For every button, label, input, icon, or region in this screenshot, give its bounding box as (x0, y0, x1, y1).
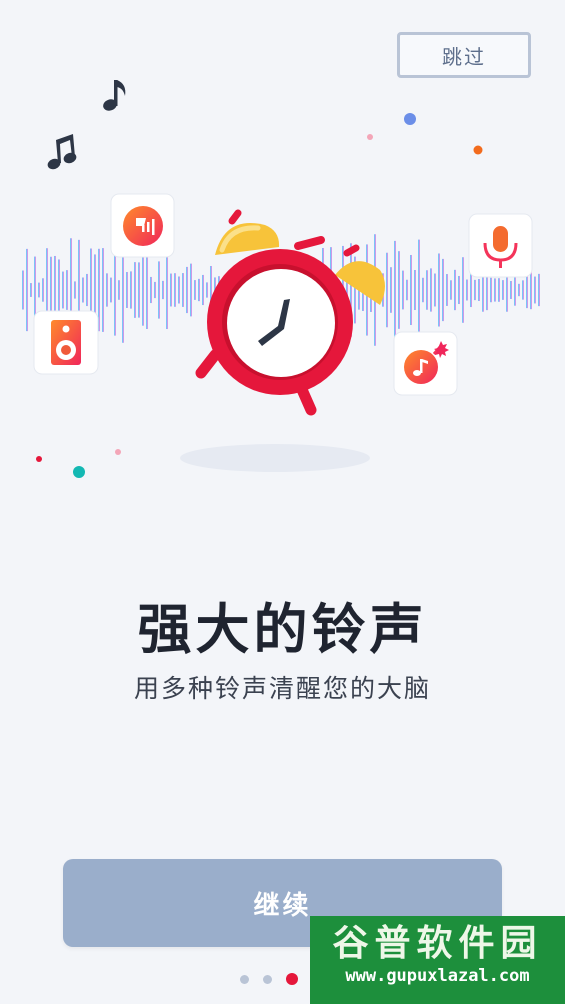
wave-bar (114, 244, 116, 336)
wave-bar (430, 268, 432, 312)
page-indicator (240, 973, 321, 985)
page-dot (263, 974, 272, 984)
microphone-icon (468, 213, 533, 278)
wave-bar (466, 279, 468, 301)
wave-bar (458, 275, 460, 305)
wave-bar (66, 270, 68, 310)
wave-bar (442, 258, 444, 322)
wave-bar (494, 278, 496, 302)
wave-bar (30, 283, 32, 297)
wave-bar (82, 277, 84, 303)
wave-bar (42, 278, 44, 302)
wave-bar (110, 277, 112, 303)
wave-bar (74, 281, 76, 299)
wave-bar (394, 240, 396, 340)
wave-bar (450, 280, 452, 300)
wave-bar (422, 277, 424, 303)
alarm-clock-icon (195, 209, 385, 416)
wave-bar (38, 282, 40, 298)
wave-bar (186, 266, 188, 314)
music-bomb-icon (393, 331, 458, 396)
wave-bar (102, 248, 104, 332)
wave-bar (434, 273, 436, 307)
wave-bar (526, 271, 528, 309)
wave-bar (206, 282, 208, 298)
wave-bar (106, 273, 108, 307)
wave-bar (166, 250, 168, 330)
wave-bar (514, 274, 516, 306)
wave-bar (522, 280, 524, 300)
wave-bar (462, 257, 464, 323)
wave-bar (402, 270, 404, 310)
double-music-note-icon (47, 134, 77, 170)
wave-bar (410, 254, 412, 326)
wave-bar (530, 270, 532, 310)
wave-bar (162, 280, 164, 300)
wave-bar (454, 269, 456, 311)
wave-bar (170, 273, 172, 307)
wave-bar (142, 254, 144, 326)
clock-shadow (180, 444, 370, 472)
wave-bar (538, 273, 540, 307)
music-note-icon (103, 80, 126, 111)
wave-bar (158, 261, 160, 319)
wave-bar (22, 270, 24, 310)
watermark-title: 谷普软件园 (332, 923, 543, 964)
wave-bar (470, 272, 472, 308)
wave-bar (490, 277, 492, 303)
wave-bar (174, 273, 176, 307)
wave-bar (406, 279, 408, 301)
wave-bar (194, 280, 196, 300)
wave-bar (126, 272, 128, 308)
wave-bar (202, 274, 204, 306)
speaker-icon (33, 310, 99, 375)
wave-bar (154, 281, 156, 299)
page-dot-active (286, 973, 298, 985)
wave-bar (386, 252, 388, 328)
wave-bar (498, 278, 500, 302)
watermark-url: www.gupuxlazal.com (345, 966, 530, 986)
wave-bar (178, 276, 180, 304)
wave-bar (182, 273, 184, 307)
page-subtitle: 用多种铃声清醒您的大脑 (133, 674, 431, 703)
hero-illustration (22, 80, 540, 478)
wave-bar (446, 274, 448, 306)
wave-bar (138, 262, 140, 318)
wave-bar (26, 248, 28, 332)
wave-bar (146, 251, 148, 329)
page-dot (240, 974, 249, 984)
wave-bar (62, 271, 64, 309)
wave-bar (398, 251, 400, 329)
wave-bar (134, 262, 136, 318)
wave-bar (118, 280, 120, 300)
watermark: 谷普软件园 www.gupuxlazal.com (310, 916, 565, 1004)
wave-bar (510, 281, 512, 299)
wave-bar (502, 280, 504, 300)
wave-bar (474, 279, 476, 301)
wave-bar (426, 270, 428, 310)
wave-bar (198, 278, 200, 302)
wave-bar (438, 253, 440, 327)
wave-bar (190, 263, 192, 317)
wave-bar (390, 267, 392, 313)
page-title: 强大的铃声 (137, 598, 428, 661)
wave-bar (86, 273, 88, 307)
wave-bar (418, 239, 420, 341)
wave-bar (534, 276, 536, 304)
voice-chat-icon (110, 193, 175, 258)
wave-bar (130, 271, 132, 309)
wave-bar (518, 283, 520, 297)
wave-bar (150, 276, 152, 304)
wave-bar (414, 269, 416, 311)
wave-bar (478, 279, 480, 301)
